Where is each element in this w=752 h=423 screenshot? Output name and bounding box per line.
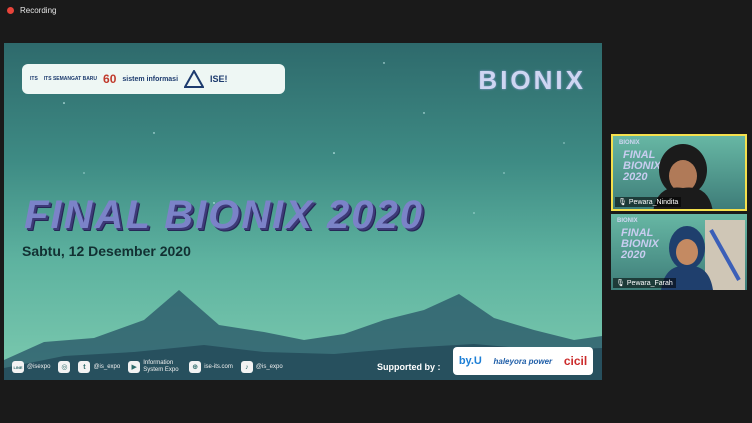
its-logo: ITS [30,76,38,82]
social-instagram: ◎ [58,361,71,373]
mic-muted-icon: 🎙 [618,199,627,206]
social-website: ⊕ ise-its.com [189,361,233,373]
sponsor-cicil: cicil [563,354,588,368]
recording-label: Recording [20,6,57,15]
tiktok-icon: ♪ [240,361,253,373]
participant-name-label: Pewara_Nindita [628,198,679,206]
triangle-org-logo [184,68,205,90]
shared-screen-slide: ITS ITS SEMANGAT BARU 60 sistem informas… [4,43,602,380]
sistem-informasi-logo: sistem informasi [122,75,179,83]
supported-by-label: Supported by : [377,362,441,372]
social-twitter-text: @is_expo [93,364,121,370]
tile-bionix-logo: BIONIX [617,218,638,224]
social-tiktok-text: @is_expo [255,364,283,370]
instagram-icon: ◎ [58,361,71,373]
sponsor-byu: by.U [458,355,482,367]
social-line: LINE @isexpo [12,361,50,373]
twitter-icon: t [78,361,91,373]
participant-tile-nindita[interactable]: BIONIX FINAL BIONIX 2020 🎙 Pewara_Nindita [611,134,747,211]
participant-name-label: Pewara_Farah [626,279,673,287]
its-semangat-baru-logo: ITS SEMANGAT BARU [43,76,98,82]
participant-name-nindita: 🎙 Pewara_Nindita [615,197,682,207]
social-youtube-text: Information System Expo [143,360,179,373]
ise-logo: ISE! [210,74,228,84]
social-youtube: ▶ Information System Expo [128,360,181,374]
participant-tile-farah[interactable]: BIONIX FINAL BIONIX 2020 🎙 Pewara_Farah [611,214,747,290]
social-line-text: @isexpo [27,364,51,370]
social-twitter: t @is_expo [78,361,120,373]
anniversary-60-logo: 60 [103,72,117,86]
partner-logo-bar: ITS ITS SEMANGAT BARU 60 sistem informas… [22,64,285,94]
youtube-icon: ▶ [128,361,141,373]
social-website-text: ise-its.com [204,364,233,370]
sponsor-logos: by.U haleyora power cicil [453,347,593,375]
slide-date: Sabtu, 12 Desember 2020 [22,243,191,259]
website-icon: ⊕ [189,361,202,373]
tile-title: FINAL BIONIX 2020 [621,227,659,261]
recording-dot-icon [7,7,14,14]
line-icon: LINE [12,361,24,373]
sponsor-haleyora: haleyora power [493,356,553,366]
bionix-logo: BIONIX [478,65,586,95]
participant-name-farah: 🎙 Pewara_Farah [613,278,676,288]
slide-title: FINAL BIONIX 2020 [24,193,425,237]
recording-indicator: Recording [7,6,56,15]
mic-muted-icon: 🎙 [616,280,625,287]
social-tiktok: ♪ @is_expo [240,361,283,373]
tile-bionix-logo: BIONIX [619,140,640,146]
